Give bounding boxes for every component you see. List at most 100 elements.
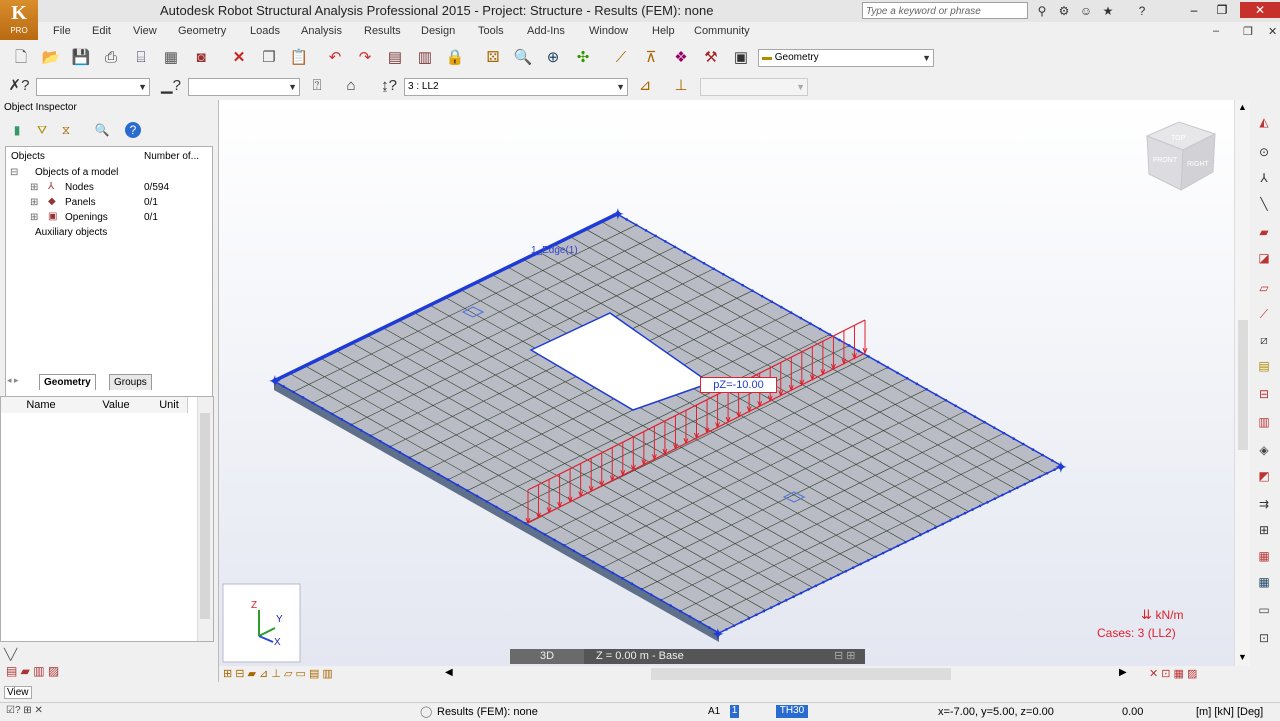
load-case-select[interactable]: 3 : LL2 ▼ — [404, 78, 628, 96]
menu-results[interactable]: Results — [364, 25, 401, 37]
tree-root[interactable]: Objects of a model — [35, 167, 118, 178]
load-value-label[interactable]: pZ=-10.00 — [700, 377, 777, 393]
calculations-icon[interactable]: ⚒ — [700, 47, 722, 69]
viewport-3d[interactable]: ✦ ✦ ✦ ✦ 1_Edge(1) Z Y X TOP FRONT RIGHT … — [219, 100, 1234, 666]
node-number-icon[interactable]: ✗? — [8, 75, 30, 97]
collapse-icon[interactable]: ⊟ — [10, 167, 18, 178]
view-label[interactable]: View — [4, 686, 32, 699]
scroll-down-icon[interactable]: ▼ — [1238, 652, 1247, 662]
zoom-window-icon[interactable]: 🔍 — [512, 47, 534, 69]
load-table-icon[interactable]: ⊥ — [670, 75, 692, 97]
support-tool-icon[interactable]: ⅄ — [1256, 170, 1272, 186]
search-icon[interactable]: 🔍 — [94, 122, 110, 138]
scroll-up-icon[interactable]: ▲ — [1238, 102, 1247, 112]
menu-file[interactable]: File — [53, 25, 71, 37]
report-tool-icon[interactable]: ⊡ — [1256, 630, 1272, 646]
menu-addins[interactable]: Add-Ins — [527, 25, 565, 37]
expand-icon[interactable]: ⊞ — [30, 197, 38, 208]
inspector-tool-icons[interactable]: ▤ ▰ ▥ ▨ — [6, 664, 59, 678]
funnel-icon[interactable]: ⛛ — [34, 122, 50, 138]
menu-analysis[interactable]: Analysis — [301, 25, 342, 37]
clear-filter-icon[interactable]: ⧖ — [58, 122, 74, 138]
filter-icon[interactable]: ▮ — [9, 122, 25, 138]
props-scroll-thumb[interactable] — [200, 413, 210, 619]
menu-community[interactable]: Community — [694, 25, 750, 37]
load-definition-icon[interactable]: ⊿ — [634, 75, 656, 97]
tools-icon[interactable]: ⚙ — [1056, 3, 1072, 19]
print-icon[interactable]: ⎙ — [100, 47, 122, 69]
expand-icon[interactable]: ⊞ — [30, 212, 38, 223]
redo-icon[interactable]: ↷ — [354, 47, 376, 69]
node-select[interactable]: ▼ — [36, 78, 150, 96]
layout-select[interactable]: ▬ Geometry ▼ — [758, 49, 934, 67]
section-tool-icon[interactable]: ▰ — [1256, 224, 1272, 240]
tab-plane[interactable]: Z = 0.00 m - Base — [596, 649, 684, 664]
status-one[interactable]: 1 — [730, 705, 739, 718]
thickness-tool-icon[interactable]: ▤ — [1256, 358, 1272, 374]
view-tools-icons[interactable]: ⊞ ⊟ ▰ ⊿ ⊥ ▱ ▭ ▤ ▥ — [223, 667, 333, 680]
undo-icon[interactable]: ↶ — [324, 47, 346, 69]
structure-icon[interactable]: ◭ — [1256, 114, 1272, 130]
new-icon[interactable]: 🗋 — [10, 47, 32, 69]
status-th[interactable]: TH30 — [776, 705, 808, 718]
panel-tool-icon[interactable]: ▱ — [1256, 280, 1272, 296]
menu-design[interactable]: Design — [421, 25, 455, 37]
member-sections-icon[interactable]: ⟋ — [610, 47, 632, 69]
scroll-left-icon[interactable]: ◀ — [445, 667, 453, 678]
load-case-icon[interactable]: ↨? — [378, 75, 400, 97]
app-logo[interactable]: K PRO — [0, 0, 38, 40]
tree-item-openings[interactable]: Openings — [65, 212, 108, 223]
help-icon[interactable]: ? — [1134, 3, 1150, 19]
binoculars-icon[interactable]: ⚲ — [1034, 3, 1050, 19]
scroll-right-icon[interactable]: ▶ — [1119, 667, 1127, 678]
home-view-icon[interactable]: ⌂ — [340, 75, 362, 97]
material-tool-icon[interactable]: ◪ — [1256, 250, 1272, 266]
tab-3d[interactable]: 3D — [510, 649, 584, 664]
supports-icon[interactable]: ⊼ — [640, 47, 662, 69]
props-scrollbar[interactable] — [197, 397, 213, 641]
copy-icon[interactable]: ❐ — [258, 47, 280, 69]
menu-geometry[interactable]: Geometry — [178, 25, 226, 37]
doc-restore-button[interactable]: ❐ — [1243, 25, 1253, 38]
star-icon[interactable]: ★ — [1100, 3, 1116, 19]
panel-tab-icon[interactable]: ╲╱ — [4, 648, 17, 661]
screen-capture-icon[interactable]: ◙ — [190, 47, 212, 69]
vscroll-thumb[interactable] — [1238, 320, 1248, 450]
mode-select[interactable]: ▼ — [700, 78, 808, 96]
tab-geometry[interactable]: Geometry — [39, 374, 96, 390]
print-preview-icon[interactable]: ⌸ — [130, 47, 152, 69]
grid-tool-icon[interactable]: ▦ — [1256, 574, 1272, 590]
load-case-tool-icon[interactable]: ◩ — [1256, 468, 1272, 484]
tab-groups[interactable]: Groups — [109, 374, 152, 390]
hscroll-thumb[interactable] — [651, 668, 951, 680]
combination-tool-icon[interactable]: ⇉ — [1256, 496, 1272, 512]
bar-tool-icon[interactable]: ╲ — [1256, 196, 1272, 212]
menu-edit[interactable]: Edit — [92, 25, 111, 37]
menu-tools[interactable]: Tools — [478, 25, 504, 37]
menu-window[interactable]: Window — [589, 25, 628, 37]
lock-icon[interactable]: 🔒 — [444, 47, 466, 69]
snap-tools-icons[interactable]: ✕ ⊡ ▦ ▨ — [1149, 667, 1197, 680]
table-tool-icon[interactable]: ⊞ — [1256, 522, 1272, 538]
tree-auxiliary[interactable]: Auxiliary objects — [35, 227, 107, 238]
users-icon[interactable]: ☺ — [1078, 3, 1094, 19]
view-cube[interactable]: TOP FRONT RIGHT — [1145, 121, 1217, 191]
mesh-tool-icon[interactable]: ▥ — [1256, 414, 1272, 430]
menu-view[interactable]: View — [133, 25, 157, 37]
save-icon[interactable]: 💾 — [70, 47, 92, 69]
paste-icon[interactable]: 📋 — [288, 47, 310, 69]
structure-model-icon[interactable]: ❖ — [670, 47, 692, 69]
tree-item-nodes[interactable]: Nodes — [65, 182, 94, 193]
select-filter-icon[interactable]: ⍰ — [306, 75, 328, 97]
open-icon[interactable]: 📂 — [40, 47, 62, 69]
doc-close-button[interactable]: ✕ — [1268, 25, 1277, 38]
tree-item-panels[interactable]: Panels — [65, 197, 96, 208]
bar-number-icon[interactable]: ▁? — [160, 75, 182, 97]
view-tab-nav[interactable]: ⊟ ⊞ — [834, 649, 856, 664]
release-tool-icon[interactable]: ⟋ — [1256, 306, 1272, 322]
rigid-link-icon[interactable]: ◈ — [1256, 442, 1272, 458]
menu-loads[interactable]: Loads — [250, 25, 280, 37]
zoom-all-icon[interactable]: ⊕ — [542, 47, 564, 69]
viewport-vscrollbar[interactable]: ▲ ▼ — [1234, 100, 1251, 666]
load-tool-icon[interactable]: ⊟ — [1256, 386, 1272, 402]
